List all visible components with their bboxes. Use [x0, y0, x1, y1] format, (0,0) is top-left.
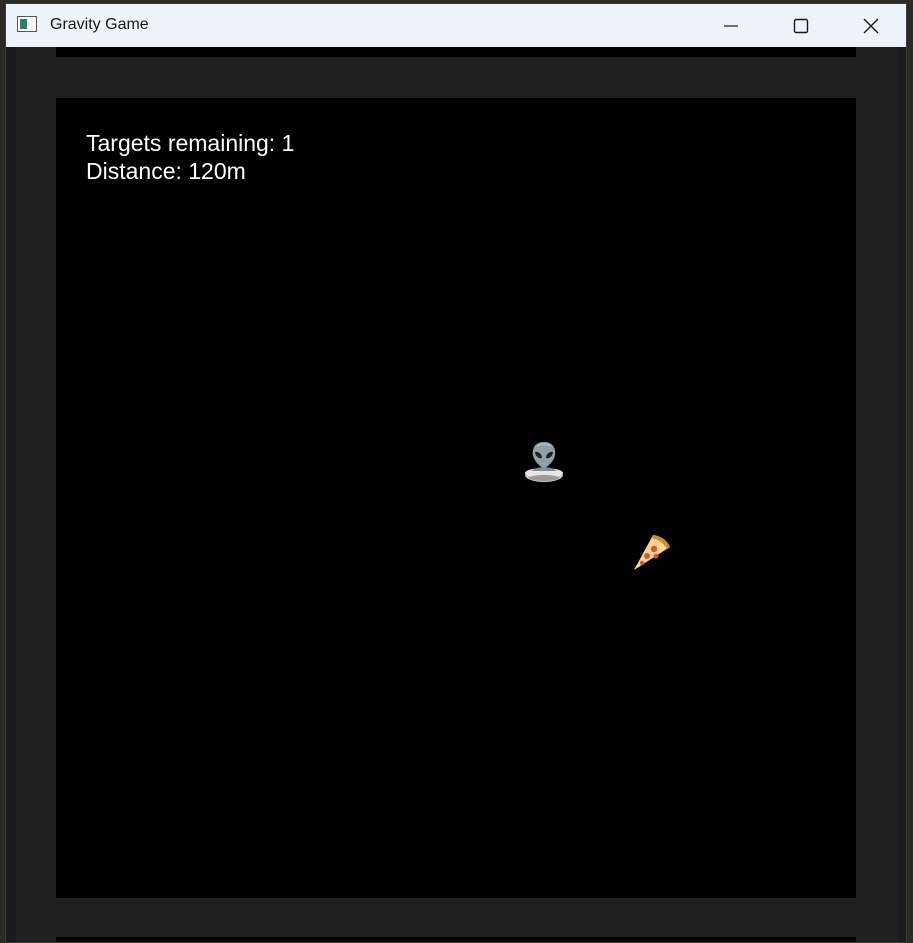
canvas-top-sliver [56, 47, 856, 57]
game-canvas[interactable]: Targets remaining: 1 Distance: 120m [56, 98, 856, 898]
window-content: Targets remaining: 1 Distance: 120m [6, 47, 906, 942]
window-title: Gravity Game [50, 16, 149, 33]
frame-right [898, 47, 906, 942]
pizza-icon [634, 535, 670, 570]
frame-left [6, 47, 16, 942]
close-icon [863, 18, 879, 33]
minimize-icon [724, 24, 738, 27]
close-button[interactable] [836, 4, 906, 47]
game-window: Gravity Game Targets remaining: 1 Distan [5, 3, 907, 943]
distance-text: Distance: 120m [86, 158, 246, 184]
title-bar[interactable]: Gravity Game [6, 4, 906, 47]
hud: Targets remaining: 1 Distance: 120m [86, 129, 294, 185]
alien-ufo-icon [525, 442, 563, 482]
maximize-button[interactable] [766, 4, 836, 47]
minimize-button[interactable] [696, 4, 766, 47]
app-window-icon [17, 16, 37, 32]
maximize-icon [793, 18, 809, 33]
canvas-bottom-sliver [56, 937, 856, 942]
targets-remaining-text: Targets remaining: 1 [86, 130, 295, 156]
